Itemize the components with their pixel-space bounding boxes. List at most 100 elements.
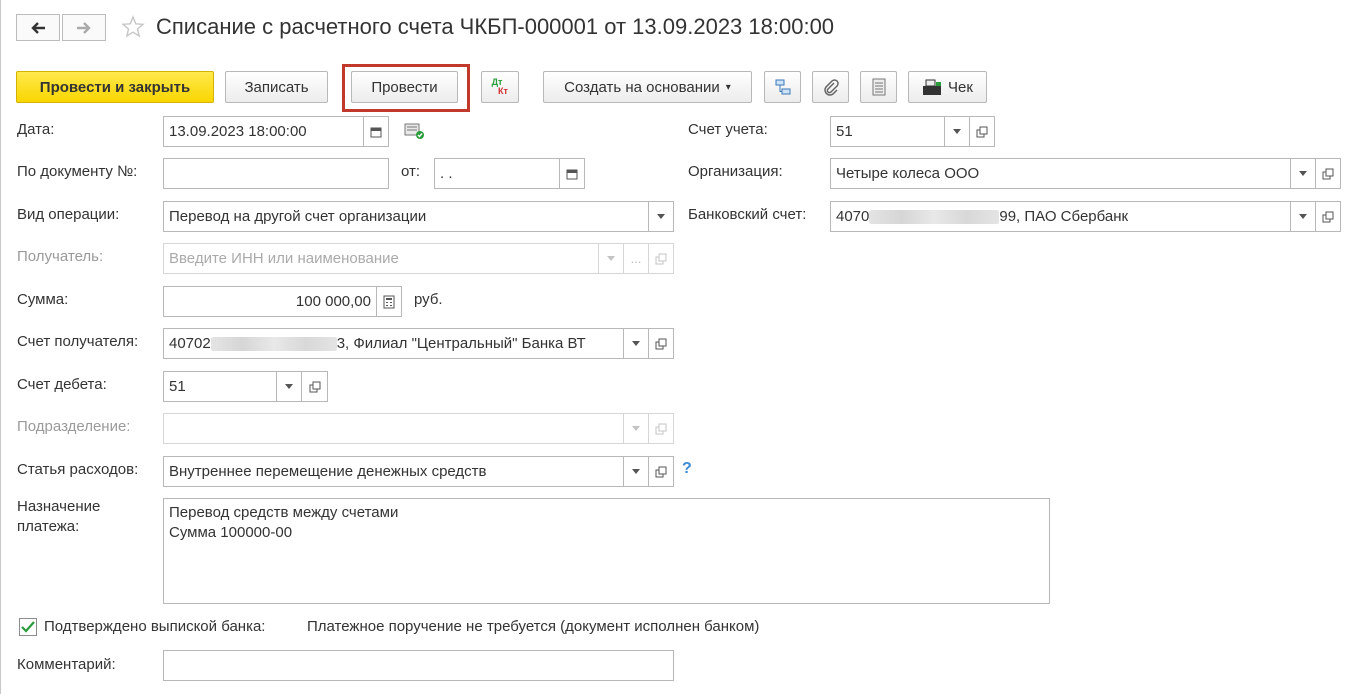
cash-register-icon — [923, 79, 942, 95]
bank-account-field[interactable]: 4070 99, ПАО Сбербанк — [830, 201, 1291, 232]
debit-account-label: Счет дебета: — [17, 376, 107, 393]
doc-date-from-label: от: — [401, 163, 421, 180]
operation-type-dropdown[interactable] — [648, 201, 674, 232]
calculator-icon — [383, 295, 395, 308]
dt-kt-button[interactable]: Дт Кт — [481, 71, 519, 103]
dropdown-arrow-icon — [632, 426, 640, 431]
date-field[interactable]: 13.09.2023 18:00:00 — [163, 116, 364, 147]
debit-account-open-button[interactable] — [301, 371, 328, 402]
recipient-label: Получатель: — [17, 248, 104, 265]
bank-account-open-button[interactable] — [1315, 201, 1341, 232]
calendar-icon — [370, 127, 382, 137]
calendar-icon — [566, 169, 578, 179]
forward-button[interactable] — [62, 14, 106, 41]
expense-item-dropdown[interactable] — [623, 456, 649, 487]
window-border — [0, 0, 1, 694]
arrow-left-icon — [31, 21, 45, 34]
recipient-field[interactable]: Введите ИНН или наименование — [163, 243, 599, 274]
account-field[interactable]: 51 — [830, 116, 945, 147]
operation-type-field[interactable]: Перевод на другой счет организации — [163, 201, 649, 232]
receipt-button[interactable]: Чек — [908, 71, 987, 103]
create-based-on-button[interactable]: Создать на основании ▾ — [543, 71, 752, 103]
open-window-icon — [655, 423, 667, 434]
calendar-button[interactable] — [363, 116, 389, 147]
structure-icon — [775, 79, 790, 95]
account-open-button[interactable] — [969, 116, 995, 147]
debit-account-dropdown[interactable] — [276, 371, 302, 402]
masked-account-digits — [210, 336, 337, 351]
payment-purpose-textarea[interactable]: Перевод средств между счетами Сумма 1000… — [163, 498, 1050, 604]
recipient-account-dropdown[interactable] — [623, 328, 649, 359]
help-icon[interactable]: ? — [682, 460, 692, 478]
recipient-select-button[interactable]: ... — [623, 243, 649, 274]
doc-date-field[interactable]: . . — [434, 158, 560, 189]
dropdown-arrow-icon — [632, 341, 640, 346]
account-label: Счет учета: — [688, 121, 768, 138]
amount-field[interactable]: 100 000,00 — [163, 286, 377, 317]
back-button[interactable] — [16, 14, 60, 41]
recipient-open-button[interactable] — [648, 243, 674, 274]
save-button[interactable]: Записать — [225, 71, 328, 103]
bank-confirmed-checkbox[interactable] — [19, 618, 37, 636]
doc-date-calendar-button[interactable] — [559, 158, 585, 189]
open-window-icon — [655, 338, 667, 349]
attachments-button[interactable] — [812, 71, 849, 103]
kt-label: Кт — [498, 86, 508, 96]
dropdown-arrow-icon — [632, 469, 640, 474]
favorite-star-icon[interactable] — [121, 15, 145, 43]
dropdown-arrow-icon — [953, 129, 961, 134]
expense-item-label: Статья расходов: — [17, 461, 139, 478]
post-and-close-button[interactable]: Провести и закрыть — [16, 71, 214, 103]
expense-item-open-button[interactable] — [648, 456, 674, 487]
doc-number-field[interactable] — [163, 158, 389, 189]
division-label: Подразделение: — [17, 418, 131, 435]
bank-account-label: Банковский счет: — [688, 206, 807, 223]
division-dropdown[interactable] — [623, 413, 649, 444]
open-window-icon — [309, 381, 320, 392]
division-field[interactable] — [163, 413, 624, 444]
debit-account-field[interactable]: 51 — [163, 371, 277, 402]
recipient-account-open-button[interactable] — [648, 328, 674, 359]
dropdown-arrow-icon — [1299, 171, 1307, 176]
organization-label: Организация: — [688, 163, 783, 180]
bank-account-suffix: 99, ПАО Сбербанк — [999, 208, 1129, 225]
recipient-dropdown[interactable] — [598, 243, 624, 274]
purpose-label-line1: Назначение — [17, 498, 101, 515]
history-note-icon[interactable] — [404, 122, 426, 144]
recipient-account-prefix: 40702 — [169, 335, 211, 352]
open-window-icon — [655, 466, 667, 477]
dropdown-arrow-icon — [285, 384, 293, 389]
organization-open-button[interactable] — [1315, 158, 1341, 189]
bank-confirmed-label[interactable]: Подтверждено выпиской банка: — [44, 618, 265, 635]
calculator-button[interactable] — [376, 286, 402, 317]
dropdown-arrow-icon — [657, 214, 665, 219]
report-button[interactable] — [860, 71, 897, 103]
checkmark-icon — [21, 621, 35, 633]
comment-field[interactable] — [163, 650, 674, 681]
recipient-account-suffix: 3, Филиал "Центральный" Банка ВТ — [336, 335, 586, 352]
recipient-account-field[interactable]: 40702 3, Филиал "Центральный" Банка ВТ — [163, 328, 624, 359]
bank-account-dropdown[interactable] — [1290, 201, 1316, 232]
document-list-icon — [872, 78, 885, 96]
create-based-label: Создать на основании — [564, 78, 720, 96]
arrow-right-icon — [77, 21, 91, 34]
account-dropdown[interactable] — [944, 116, 970, 147]
purpose-label-line2: платежа: — [17, 518, 80, 535]
bank-account-prefix: 4070 — [836, 208, 870, 225]
currency-label: руб. — [414, 291, 443, 308]
structure-button[interactable] — [764, 71, 801, 103]
organization-field[interactable]: Четыре колеса ООО — [830, 158, 1291, 189]
expense-item-field[interactable]: Внутреннее перемещение денежных средств — [163, 456, 624, 487]
open-window-icon — [1322, 211, 1334, 222]
date-label: Дата: — [17, 121, 55, 138]
paperclip-icon — [823, 79, 839, 96]
division-open-button[interactable] — [648, 413, 674, 444]
open-window-icon — [976, 126, 988, 137]
payment-order-note: Платежное поручение не требуется (докуме… — [307, 618, 760, 635]
comment-label: Комментарий: — [17, 656, 116, 673]
doc-number-label: По документу №: — [17, 163, 138, 180]
post-button[interactable]: Провести — [351, 71, 458, 103]
amount-label: Сумма: — [17, 291, 69, 308]
organization-dropdown[interactable] — [1290, 158, 1316, 189]
open-window-icon — [655, 253, 667, 264]
